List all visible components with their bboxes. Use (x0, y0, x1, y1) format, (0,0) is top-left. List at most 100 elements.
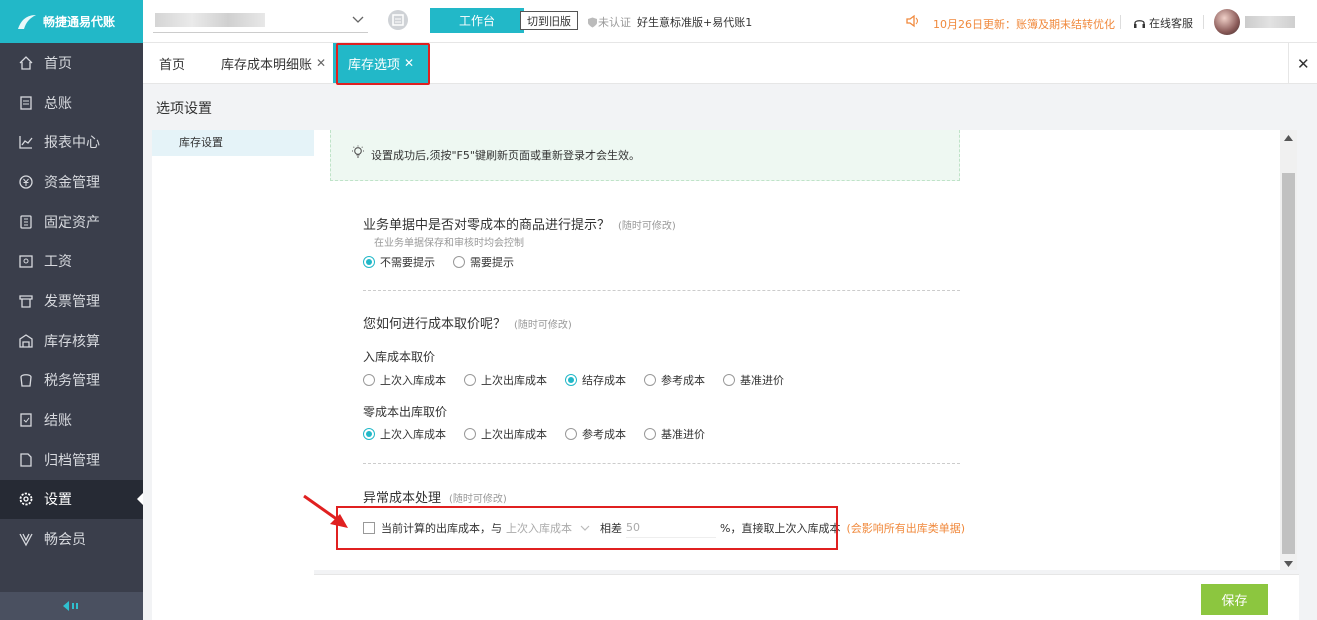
radio-label: 需要提示 (470, 256, 514, 269)
header-divider (1120, 15, 1121, 29)
header-divider (1203, 15, 1204, 29)
sidebar-item-label: 发票管理 (44, 293, 100, 310)
vertical-scrollbar[interactable] (1280, 130, 1297, 570)
radio-dot (363, 428, 375, 440)
calendar-icon[interactable] (387, 9, 409, 31)
tip-banner: 设置成功后,须按"F5"键刷新页面或重新登录才会生效。 (330, 130, 960, 181)
sidebar: 畅捷通易代账 首页 总账 报表中心 资金管理 固定资产 工资 发票管理 库存核算… (0, 0, 143, 620)
sidebar-item-tax[interactable]: 税务管理 (0, 361, 143, 401)
tab-bar: 首页 库存成本明细账 ✕ 库存选项 ✕ ✕ (143, 43, 1317, 85)
logo-icon (18, 14, 36, 29)
sidebar-item-reports[interactable]: 报表中心 (0, 122, 143, 162)
radio-zero-last-in[interactable]: 上次入库成本 (363, 426, 446, 442)
cost-pricing-title: 您如何进行成本取价呢？ (随时可修改) (363, 313, 572, 332)
collapse-icon (62, 601, 78, 611)
account-name-blurred (155, 13, 265, 27)
options-menu: 库存设置 (152, 130, 314, 620)
section-hint: (随时可修改) (618, 221, 676, 232)
speaker-icon (906, 14, 918, 28)
menu-item-inventory-settings[interactable]: 库存设置 (152, 130, 314, 156)
headset-icon (1134, 19, 1145, 28)
section-title-text: 您如何进行成本取价呢？ (363, 317, 507, 332)
invoice-icon (19, 295, 33, 308)
scroll-up-icon[interactable] (1284, 135, 1293, 141)
sidebar-item-archive[interactable]: 归档管理 (0, 440, 143, 480)
radio-inbound-last-out[interactable]: 上次出库成本 (464, 372, 547, 388)
radio-dot (464, 374, 476, 386)
scrollbar-thumb[interactable] (1282, 173, 1295, 554)
user-name-blurred[interactable] (1245, 16, 1295, 28)
radio-inbound-balance[interactable]: 结存成本 (565, 372, 626, 388)
radio-label: 结存成本 (582, 374, 626, 387)
tab-inventory-cost-ledger[interactable]: 库存成本明细账 ✕ (221, 43, 326, 83)
ledger-icon (20, 95, 32, 110)
radio-dot (565, 374, 577, 386)
radio-dot (723, 374, 735, 386)
radio-zero-reference[interactable]: 参考成本 (565, 426, 626, 442)
sidebar-nav: 首页 总账 报表中心 资金管理 固定资产 工资 发票管理 库存核算 税务管理 结… (0, 43, 143, 559)
annotation-highlight-box (336, 43, 430, 85)
inbound-cost-radio-group: 上次入库成本 上次出库成本 结存成本 参考成本 基准进价 (363, 372, 802, 388)
radio-label: 上次入库成本 (380, 374, 446, 387)
asset-icon (20, 214, 32, 229)
radio-label: 基准进价 (740, 374, 784, 387)
sidebar-item-invoice[interactable]: 发票管理 (0, 281, 143, 321)
radio-zero-base-price[interactable]: 基准进价 (644, 426, 705, 442)
settings-panel: 设置成功后,须按"F5"键刷新页面或重新登录才会生效。 业务单据中是否对零成本的… (314, 130, 1280, 570)
sidebar-item-label: 设置 (44, 492, 72, 509)
logo-text: 畅捷通易代账 (43, 15, 116, 29)
radio-inbound-base-price[interactable]: 基准进价 (723, 372, 784, 388)
tip-text: 设置成功后,须按"F5"键刷新页面或重新登录才会生效。 (371, 149, 640, 162)
tab-home[interactable]: 首页 (159, 43, 185, 83)
money-icon (19, 175, 33, 189)
chart-icon (19, 136, 33, 149)
radio-zero-last-out[interactable]: 上次出库成本 (464, 426, 547, 442)
account-selector[interactable] (153, 9, 368, 33)
radio-inbound-reference[interactable]: 参考成本 (644, 372, 705, 388)
section-divider (363, 463, 960, 464)
sidebar-item-label: 结账 (44, 413, 72, 430)
radio-no-prompt[interactable]: 不需要提示 (363, 254, 435, 270)
tab-label: 库存成本明细账 (221, 57, 313, 73)
update-notice-link[interactable]: 10月26日更新：账簿及期末结转优化 (933, 16, 1115, 32)
radio-label: 参考成本 (661, 374, 705, 387)
lightbulb-icon (352, 145, 364, 158)
radio-dot (363, 374, 375, 386)
collapse-sidebar-button[interactable] (0, 592, 143, 620)
sidebar-item-inventory[interactable]: 库存核算 (0, 321, 143, 361)
logo[interactable]: 畅捷通易代账 (0, 0, 143, 43)
scroll-down-icon[interactable] (1284, 561, 1293, 567)
certification-label: 未认证 (598, 16, 631, 29)
sidebar-item-funds[interactable]: 资金管理 (0, 162, 143, 202)
radio-label: 上次出库成本 (481, 428, 547, 441)
online-support-link[interactable]: 在线客服 (1133, 15, 1193, 31)
switch-old-version-button[interactable]: 切到旧版 (520, 11, 578, 30)
sidebar-item-vip[interactable]: 畅会员 (0, 519, 143, 559)
section-divider (363, 290, 960, 291)
workbench-button[interactable]: 工作台 (430, 8, 524, 33)
zero-cost-prompt-title: 业务单据中是否对零成本的商品进行提示？ (随时可修改) (363, 214, 676, 233)
sidebar-item-ledger[interactable]: 总账 (0, 83, 143, 123)
support-label: 在线客服 (1149, 17, 1193, 30)
radio-dot (363, 256, 375, 268)
avatar[interactable] (1214, 9, 1240, 35)
certification-status[interactable]: 未认证 (587, 14, 631, 30)
radio-dot (644, 428, 656, 440)
save-button[interactable]: 保存 (1201, 584, 1268, 615)
gear-icon (19, 493, 33, 506)
close-icon[interactable]: ✕ (316, 56, 326, 70)
radio-label: 上次出库成本 (481, 374, 547, 387)
sidebar-item-settings[interactable]: 设置 (0, 479, 143, 520)
sidebar-item-salary[interactable]: 工资 (0, 241, 143, 281)
radio-inbound-last-in[interactable]: 上次入库成本 (363, 372, 446, 388)
radio-need-prompt[interactable]: 需要提示 (453, 254, 514, 270)
sidebar-item-closing[interactable]: 结账 (0, 400, 143, 440)
abnormal-cost-title: 异常成本处理 (随时可修改) (363, 487, 507, 506)
sidebar-item-assets[interactable]: 固定资产 (0, 202, 143, 242)
sidebar-item-label: 畅会员 (44, 532, 86, 549)
inbound-cost-label: 入库成本取价 (363, 350, 436, 364)
app-window: 畅捷通易代账 首页 总账 报表中心 资金管理 固定资产 工资 发票管理 库存核算… (0, 0, 1317, 620)
footer-bar: 保存 (314, 574, 1299, 620)
close-all-tabs-icon[interactable]: ✕ (1297, 55, 1310, 73)
sidebar-item-home[interactable]: 首页 (0, 43, 143, 83)
